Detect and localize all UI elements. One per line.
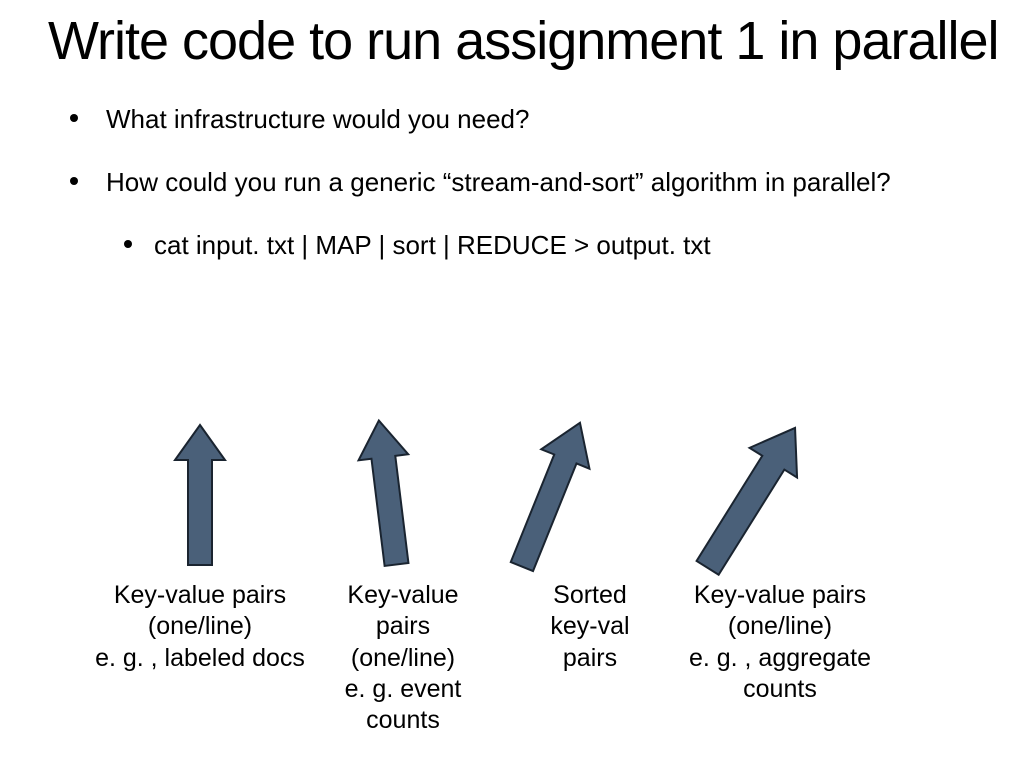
bullet-text: How could you run a generic “stream-and-… xyxy=(106,165,891,200)
label-reduce: Key-value pairs (one/line) e. g. , aggre… xyxy=(660,580,900,705)
label-line: counts xyxy=(660,674,900,705)
sub-bullet-item: cat input. txt | MAP | sort | REDUCE > o… xyxy=(124,228,1024,263)
bullet-item-2: How could you run a generic “stream-and-… xyxy=(70,165,1024,200)
label-line: (one/line) xyxy=(660,611,900,642)
label-line: Key-value pairs xyxy=(660,580,900,611)
bullet-list: What infrastructure would you need? How … xyxy=(70,102,1024,263)
slide-title: Write code to run assignment 1 in parall… xyxy=(48,10,1024,72)
bullet-dot-icon xyxy=(70,177,78,185)
label-line: e. g. event xyxy=(328,674,478,705)
arrow-up-icon xyxy=(348,415,428,575)
bullet-dot-icon xyxy=(70,114,78,122)
label-line: key-val xyxy=(525,611,655,642)
label-line: (one/line) xyxy=(328,643,478,674)
bullet-text: What infrastructure would you need? xyxy=(106,102,529,137)
label-line: (one/line) xyxy=(80,611,320,642)
sub-bullet-text: cat input. txt | MAP | sort | REDUCE > o… xyxy=(154,228,711,263)
label-line: Sorted xyxy=(525,580,655,611)
label-line: pairs xyxy=(525,643,655,674)
arrow-up-icon xyxy=(670,410,830,590)
label-input: Key-value pairs (one/line) e. g. , label… xyxy=(80,580,320,674)
label-line: counts xyxy=(328,705,478,736)
arrow-up-icon xyxy=(490,412,610,582)
label-line: e. g. , labeled docs xyxy=(80,643,320,674)
diagram-area: Key-value pairs (one/line) e. g. , label… xyxy=(70,420,970,740)
label-line: Key-value xyxy=(328,580,478,611)
bullet-item-1: What infrastructure would you need? xyxy=(70,102,1024,137)
arrow-up-icon xyxy=(170,420,230,570)
label-line: Key-value pairs xyxy=(80,580,320,611)
label-map: Key-value pairs (one/line) e. g. event c… xyxy=(328,580,478,736)
label-sort: Sorted key-val pairs xyxy=(525,580,655,674)
label-line: e. g. , aggregate xyxy=(660,643,900,674)
bullet-dot-icon xyxy=(124,240,132,248)
label-line: pairs xyxy=(328,611,478,642)
